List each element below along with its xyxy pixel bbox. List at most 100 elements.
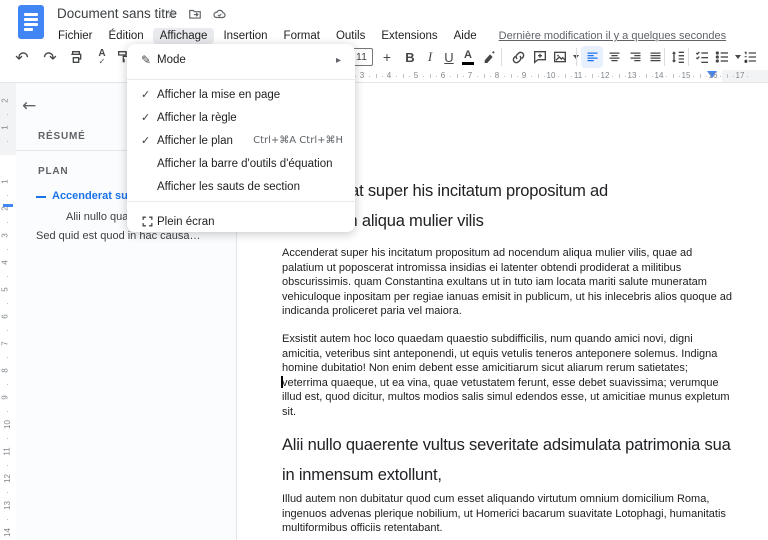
menu-item-show-ruler[interactable]: ✓ Afficher la règle [127,106,355,129]
ruler-tick [639,76,640,77]
ruler-number: 5 [1,287,10,291]
ruler-number: 2 [1,98,10,102]
ruler-tick [652,76,653,77]
ruler-number: 14 [653,71,665,80]
ruler-tick [7,519,8,520]
menu-item-show-outline[interactable]: ✓ Afficher le plan Ctrl+⌘A Ctrl+⌘H [127,129,355,152]
menu-divider [127,79,355,80]
google-docs-window: Document sans titre ☆ Fichier Édition Af… [0,0,768,540]
align-right-button[interactable] [625,46,645,68]
ruler-tick [7,357,8,358]
menu-item-mode[interactable]: ✎ Mode ▸ [127,44,355,76]
menu-edition[interactable]: Édition [102,28,151,44]
italic-button[interactable]: I [420,46,440,68]
text-color-swatch [462,62,474,65]
logo-line [24,13,38,16]
menu-extensions[interactable]: Extensions [374,28,444,44]
underline-button[interactable]: U [439,46,459,68]
ruler-tick [706,76,707,77]
menu-item-label: Afficher la barre d'outils d'équation [157,158,333,170]
ruler-tick [7,492,8,493]
ruler-tick [7,303,8,304]
ruler-tick [7,249,8,250]
ruler-tick [592,74,593,78]
bold-button[interactable]: B [400,46,420,68]
move-to-folder-icon[interactable] [188,7,202,21]
redo-button[interactable]: ↷ [40,46,60,68]
ruler-tick [369,76,370,77]
text-color-button[interactable]: A [458,46,478,68]
align-left-button[interactable] [581,46,603,68]
menu-insertion[interactable]: Insertion [216,28,274,44]
ruler-tick [7,438,8,439]
spellcheck-button[interactable]: A ✓ [92,46,112,68]
ruler-number: 7 [1,341,10,345]
menu-outils[interactable]: Outils [329,28,372,44]
ruler-tick [484,74,485,78]
pencil-icon: ✎ [127,53,157,67]
close-outline-arrow-icon[interactable]: ← [22,96,36,116]
last-modified-link[interactable]: Dernière modification il y a quelques se… [499,30,726,42]
menu-fichier[interactable]: Fichier [51,28,100,44]
add-comment-button[interactable] [530,46,550,68]
ruler-number: 13 [626,71,638,80]
doc-paragraph: Exsistit autem hoc loco quaedam quaestio… [282,332,730,419]
checkmark-icon: ✓ [127,111,157,124]
ruler-tick [733,76,734,77]
ruler-number: 7 [464,71,476,80]
docs-logo-icon[interactable] [18,5,44,39]
menu-item-fullscreen[interactable]: Plein écran [127,205,355,238]
numbered-list-button[interactable] [740,46,760,68]
ruler-tick [646,74,647,78]
summary-section-label: RÉSUMÉ [38,131,86,142]
ruler-number: 1 [1,179,10,183]
insert-link-button[interactable] [508,46,528,68]
justify-button[interactable] [645,46,665,68]
print-button[interactable] [66,46,86,68]
menu-item-show-equation-toolbar[interactable]: Afficher la barre d'outils d'équation [127,152,355,175]
cloud-status-icon[interactable] [212,7,227,21]
menu-format[interactable]: Format [277,28,327,44]
ruler-tick [544,76,545,77]
ruler-number: 11 [572,71,584,80]
ruler-number: 11 [3,447,12,455]
menu-item-show-print-layout[interactable]: ✓ Afficher la mise en page [127,83,355,106]
ruler-number: 3 [356,71,368,80]
increase-font-button[interactable]: + [377,46,397,68]
document-title[interactable]: Document sans titre [57,6,177,21]
ruler-number: 3 [1,233,10,237]
vertical-ruler: 211234567891011121314 [0,82,16,540]
checklist-button[interactable] [692,46,712,68]
ruler-tick [376,74,377,78]
ruler-tick [450,76,451,77]
view-menu-dropdown: ✎ Mode ▸ ✓ Afficher la mise en page ✓ Af… [127,44,355,232]
ruler-tick [511,74,512,78]
star-icon[interactable]: ☆ [166,7,178,22]
ruler-tick [490,76,491,77]
ruler-number: 1 [1,125,10,129]
align-center-button[interactable] [604,46,624,68]
ruler-tick [585,76,586,77]
text-cursor [281,376,283,388]
line-spacing-button[interactable] [668,46,688,68]
ruler-tick [7,114,8,115]
highlight-color-button[interactable] [480,46,500,68]
ruler-tick [355,76,356,77]
doc-heading-2: Alii nullo quaerente vultus severitate a… [282,430,731,490]
menu-item-show-section-breaks[interactable]: Afficher les sauts de section [127,175,355,198]
ruler-tick [436,76,437,77]
ruler-tick [7,276,8,277]
menu-item-label: Afficher la mise en page [157,89,280,101]
ruler-number: 12 [3,474,12,483]
ruler-number: 16 [707,71,719,80]
ruler-tick [720,76,721,77]
menu-affichage[interactable]: Affichage [153,28,215,44]
menu-item-label: Afficher le plan [157,135,233,147]
ruler-tick [666,76,667,77]
ruler-tick [7,195,8,196]
ruler-tick [7,141,8,142]
menu-aide[interactable]: Aide [447,28,484,44]
ruler-tick [612,76,613,77]
ruler-tick [558,76,559,77]
undo-button[interactable]: ↶ [12,46,32,68]
